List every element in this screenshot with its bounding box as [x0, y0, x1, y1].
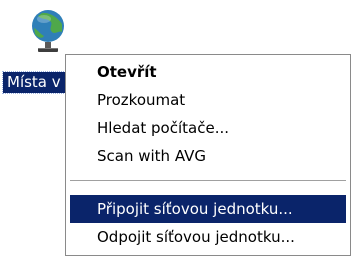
menu-item-open[interactable]: Otevřít	[70, 58, 346, 86]
menu-item-map-network-drive[interactable]: Připojit síťovou jednotku...	[70, 195, 346, 223]
menu-item-disconnect-network-drive[interactable]: Odpojit síťovou jednotku...	[70, 223, 346, 251]
context-menu: Otevřít Prozkoumat Hledat počítače... Sc…	[65, 54, 351, 256]
menu-item-explore[interactable]: Prozkoumat	[70, 86, 346, 114]
menu-item-search-computers[interactable]: Hledat počítače...	[70, 114, 346, 142]
menu-item-scan-avg[interactable]: Scan with AVG	[70, 142, 346, 170]
network-places-icon	[24, 6, 72, 54]
menu-separator	[70, 180, 346, 181]
